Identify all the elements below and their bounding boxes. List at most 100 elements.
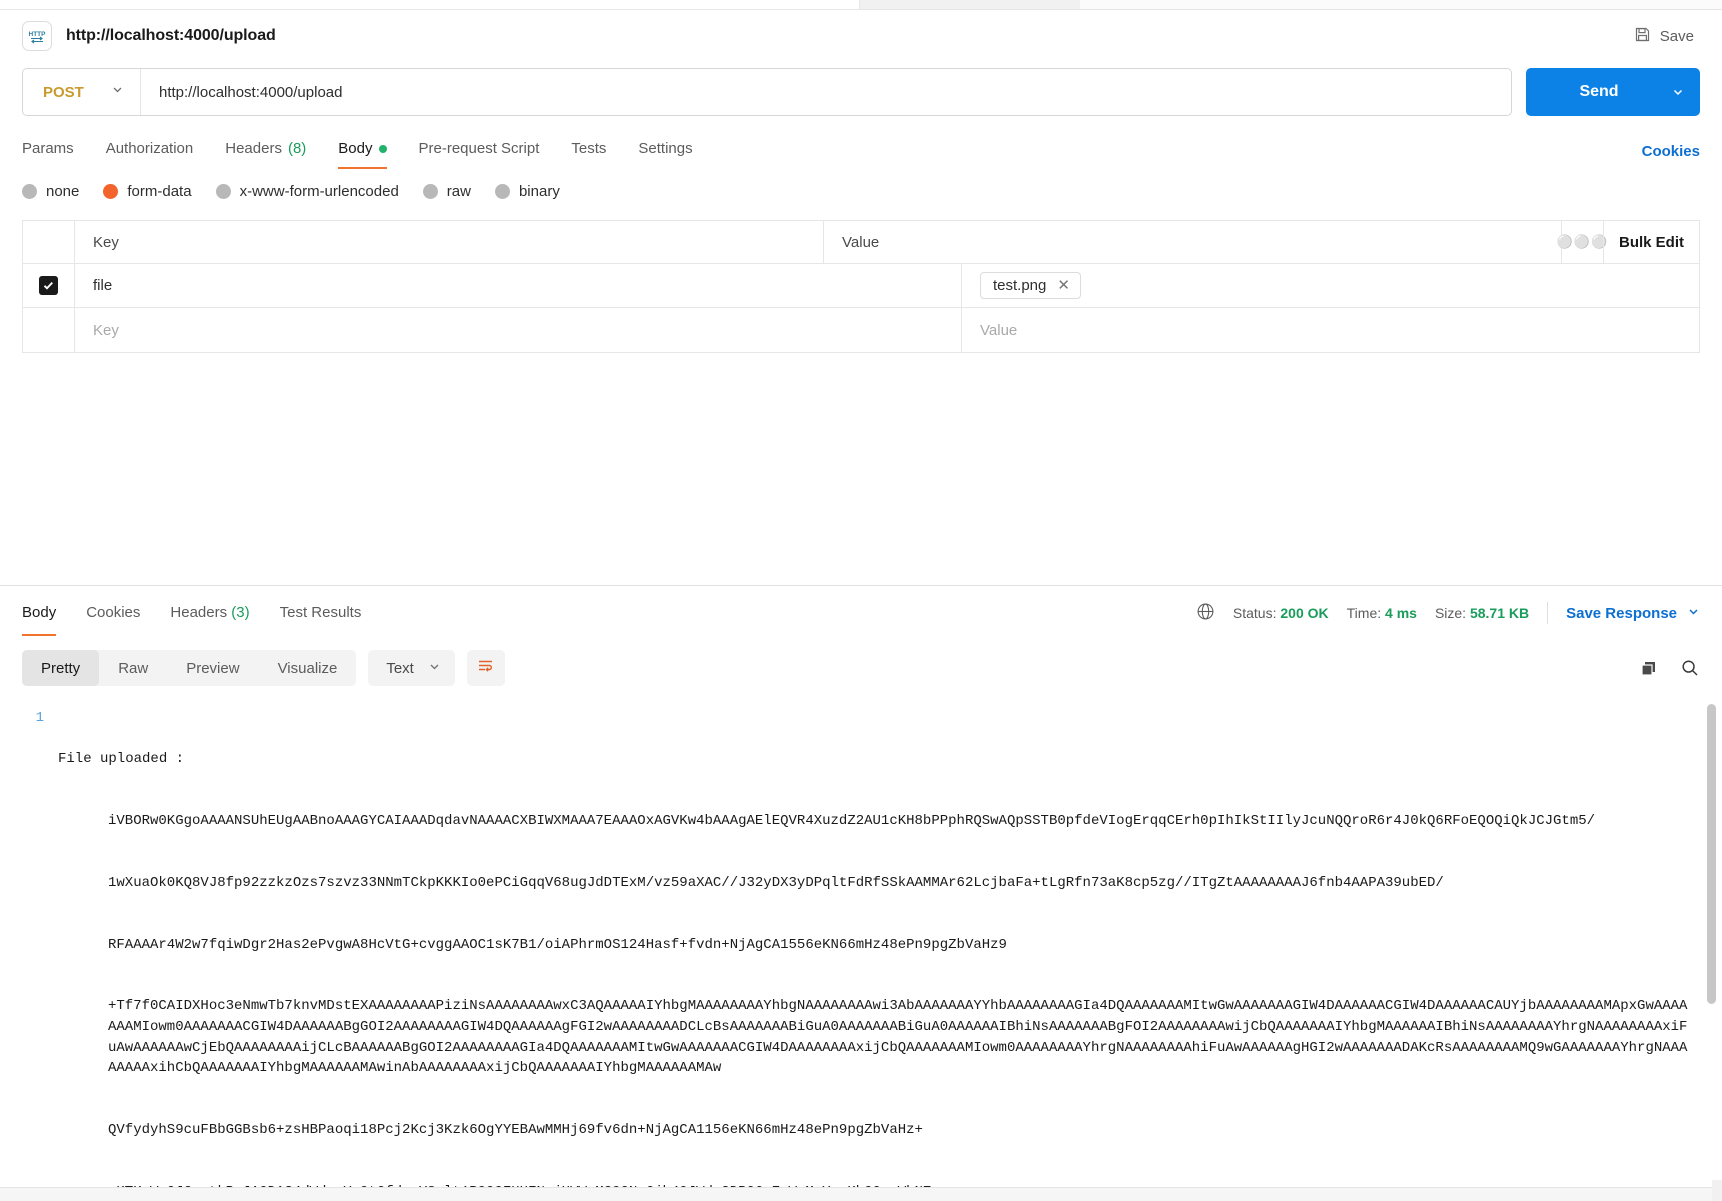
send-options-caret-icon[interactable] [1656, 85, 1700, 99]
empty-row-value-cell[interactable]: Value [962, 308, 1699, 352]
response-tab-headers[interactable]: Headers (3) [170, 590, 249, 636]
tab-headers-label: Headers [225, 140, 282, 157]
time-label: Time: [1346, 605, 1382, 621]
value-input-placeholder: Value [980, 321, 1018, 339]
size-value: 58.71 KB [1469, 605, 1530, 621]
view-mode-segment: Pretty Raw Preview Visualize [22, 650, 357, 686]
response-tab-cookies[interactable]: Cookies [86, 590, 140, 636]
time-badge: Time: 4 ms [1347, 605, 1417, 621]
tab-headers-count: (8) [287, 140, 307, 157]
body-mode-radio-group: none form-data x-www-form-urlencoded raw… [0, 183, 1722, 200]
view-mode-raw[interactable]: Raw [99, 650, 167, 686]
size-badge: Size: 58.71 KB [1435, 605, 1529, 621]
line-number-gutter: 1 [0, 696, 58, 1187]
body-mode-form-data[interactable]: form-data [103, 183, 192, 200]
response-body-base64-2: RFAAAAr4W2w7fqiwDgr2Has2ePvgwA8HcVtG+cvg… [108, 936, 1007, 953]
status-value: 200 OK [1280, 605, 1329, 621]
chevron-down-icon [1687, 605, 1700, 622]
table-options-button[interactable]: ⚪⚪⚪ [1557, 221, 1607, 263]
status-divider [1547, 602, 1549, 624]
radio-icon [22, 184, 37, 199]
close-icon[interactable]: ✕ [1057, 278, 1070, 293]
globe-icon [1196, 602, 1215, 624]
url-bar: POST http://localhost:4000/upload Send [0, 68, 1722, 116]
tab-tests[interactable]: Tests [571, 134, 606, 169]
request-body-filler [0, 353, 1722, 585]
body-mode-none[interactable]: none [22, 183, 79, 200]
search-icon[interactable] [1680, 658, 1700, 678]
view-mode-preview[interactable]: Preview [167, 650, 258, 686]
tab-authorization-label: Authorization [105, 140, 194, 157]
radio-icon [422, 184, 438, 199]
method-select[interactable]: POST [23, 69, 141, 115]
bulk-edit-label: Bulk Edit [1618, 233, 1684, 251]
response-tab-test-results-label: Test Results [279, 604, 362, 621]
url-input-wrapper: POST http://localhost:4000/upload [22, 68, 1512, 116]
status-bar [0, 1187, 1722, 1201]
word-wrap-button[interactable] [466, 650, 505, 686]
body-mode-binary[interactable]: binary [494, 183, 560, 200]
row-checkbox[interactable] [39, 276, 58, 295]
page-title: http://localhost:4000/upload [66, 27, 276, 44]
chevron-down-icon [428, 660, 441, 677]
empty-row-key-cell[interactable]: Key [75, 308, 962, 352]
send-button[interactable]: Send [1526, 68, 1700, 116]
radio-selected-icon [103, 184, 119, 199]
window-corner [1712, 1180, 1722, 1201]
response-tab-test-results[interactable]: Test Results [280, 590, 362, 636]
save-button[interactable]: Save [1628, 22, 1700, 51]
tab-body[interactable]: Body [338, 134, 387, 169]
save-response-label: Save Response [1566, 604, 1677, 622]
row-value-cell[interactable]: test.png ✕ [962, 264, 1699, 307]
column-header-key: Key [93, 233, 119, 251]
tab-strip-inactive-stub [860, 0, 1080, 9]
row-key-cell[interactable]: file [75, 264, 962, 307]
response-body-base64-3: +Tf7f0CAIDXHoc3eNmwTb7knvMDstEXAAAAAAAAP… [108, 998, 1688, 1077]
url-input[interactable]: http://localhost:4000/upload [141, 69, 1511, 115]
body-mode-raw[interactable]: raw [422, 183, 471, 200]
empty-row-checkbox-cell [23, 308, 75, 352]
header-key-cell: Key [75, 221, 824, 263]
response-body-scrollbar[interactable] [1707, 704, 1716, 1004]
view-mode-visualize[interactable]: Visualize [259, 650, 357, 686]
response-body-base64-5: qKTKxWa0JCgvtkPsJAQDA34dWdpwYv9t0fdezY8a… [58, 1182, 1692, 1187]
tab-params[interactable]: Params [22, 134, 74, 169]
column-header-value: Value [842, 233, 880, 251]
table-empty-row: Key Value [23, 308, 1699, 352]
tab-pre-request-script-label: Pre-request Script [418, 140, 540, 157]
status-label: Status: [1232, 605, 1277, 621]
table-row: file test.png ✕ [23, 264, 1699, 308]
tab-body-label: Body [338, 140, 373, 157]
line-number: 1 [35, 710, 44, 726]
postman-window: HTTP http://localhost:4000/upload Save P… [0, 0, 1722, 1201]
radio-icon [215, 184, 231, 199]
bulk-edit-button[interactable]: Bulk Edit [1603, 221, 1699, 263]
response-tab-body[interactable]: Body [22, 590, 57, 636]
tab-headers[interactable]: Headers (8) [225, 134, 306, 169]
format-select[interactable]: Text [368, 650, 455, 686]
response-tab-body-label: Body [22, 604, 57, 621]
chevron-down-icon [111, 83, 124, 101]
response-body-text[interactable]: File uploaded : iVBORw0KGgoAAAANSUhEUgAA… [58, 696, 1722, 1187]
tab-settings[interactable]: Settings [638, 134, 692, 169]
header-value-cell: Value [824, 221, 1561, 263]
view-mode-pretty[interactable]: Pretty [22, 650, 100, 686]
table-header-row: Key Value ⚪⚪⚪ Bulk Edit [23, 221, 1699, 264]
tab-authorization[interactable]: Authorization [106, 134, 194, 169]
body-mode-urlencoded[interactable]: x-www-form-urlencoded [215, 183, 399, 200]
response-body-base64-4: QVfydyhS9cuFBbGGBsb6+zsHBPaoqi18Pcj2Kcj3… [108, 1121, 923, 1138]
tab-pre-request-script[interactable]: Pre-request Script [419, 134, 540, 169]
save-response-button[interactable]: Save Response [1566, 605, 1700, 622]
cookies-link[interactable]: Cookies [1642, 143, 1700, 160]
response-tab-headers-count: (3) [231, 604, 250, 621]
size-label: Size: [1434, 605, 1467, 621]
http-icon: HTTP [22, 21, 52, 51]
time-value: 4 ms [1385, 605, 1417, 621]
file-pill-name: test.png [993, 277, 1047, 294]
svg-text:HTTP: HTTP [29, 31, 47, 38]
copy-icon[interactable] [1639, 659, 1658, 678]
tab-tests-label: Tests [571, 140, 607, 157]
response-body-code[interactable]: 1 File uploaded : iVBORw0KGgoAAAANSUhEUg… [0, 696, 1722, 1187]
save-button-label: Save [1659, 27, 1694, 45]
file-pill[interactable]: test.png ✕ [980, 272, 1081, 299]
